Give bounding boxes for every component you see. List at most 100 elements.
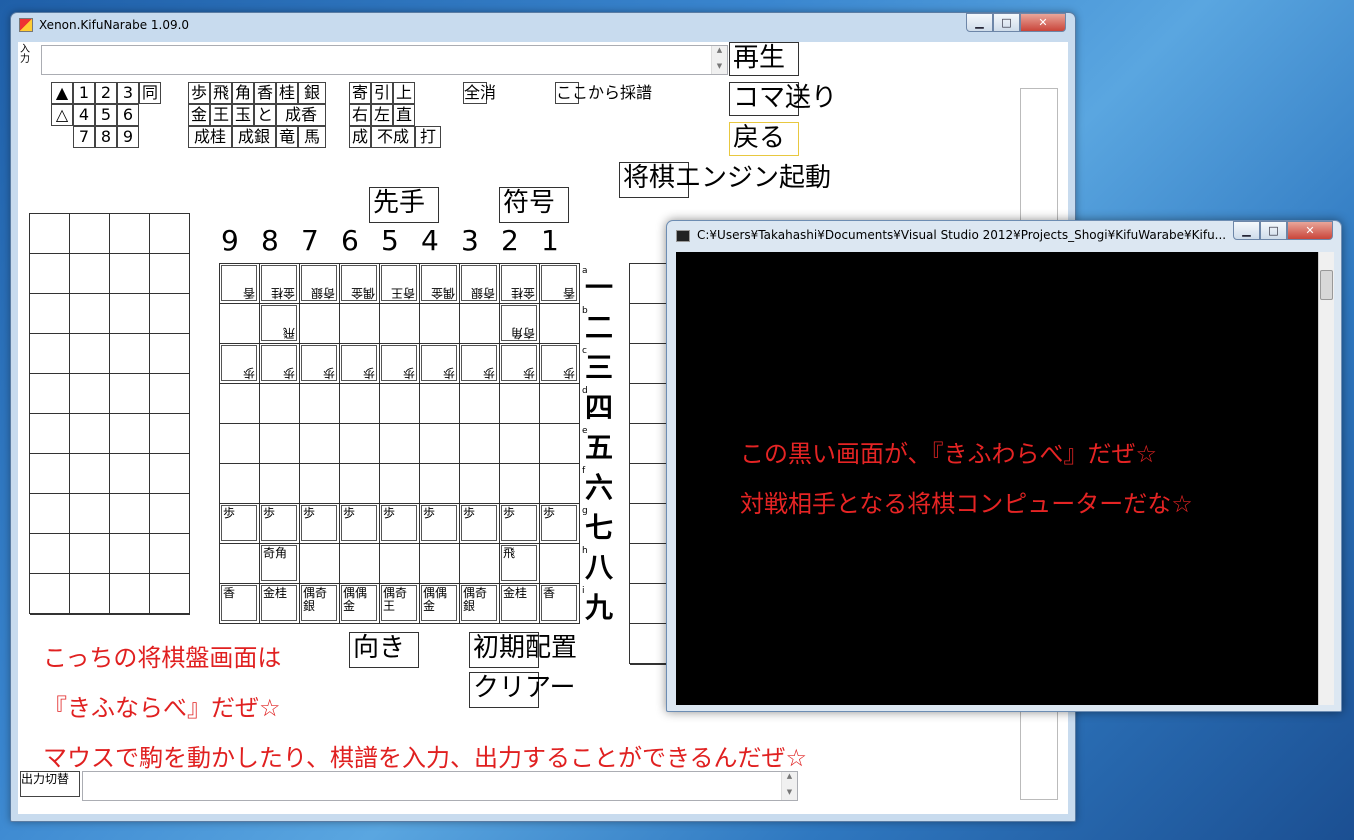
board-square[interactable]: 歩 [339, 503, 380, 544]
piece-kyo-button[interactable]: 香 [254, 82, 276, 104]
digit-6-button[interactable]: 6 [117, 104, 139, 126]
board-square[interactable] [459, 423, 500, 464]
digit-1-button[interactable]: 1 [73, 82, 95, 104]
board-square[interactable] [339, 383, 380, 424]
gote-piece[interactable]: 歩 [261, 345, 297, 381]
console-scroll-thumb[interactable] [1320, 270, 1333, 300]
board-square[interactable] [219, 463, 260, 504]
board-square[interactable] [379, 463, 420, 504]
board-square[interactable]: 偶金 [419, 263, 460, 304]
board-square[interactable]: 金桂 [259, 583, 300, 624]
board-square[interactable]: 香 [539, 263, 580, 304]
board-square[interactable]: 奇角 [499, 303, 540, 344]
gote-piece[interactable]: 歩 [541, 345, 577, 381]
piece-kei-button[interactable]: 桂 [276, 82, 298, 104]
yoru-button[interactable]: 寄 [349, 82, 371, 104]
board-square[interactable]: 偶奇王 [379, 583, 420, 624]
engine-start-button[interactable]: 将棋エンジン起動 [619, 162, 831, 198]
sente-piece[interactable]: 歩 [301, 505, 337, 541]
board-square[interactable] [379, 303, 420, 344]
board-square[interactable] [459, 463, 500, 504]
input-scrollbar[interactable]: ▲ ▼ [711, 46, 727, 74]
minimize-button[interactable]: ▁ [966, 13, 993, 32]
digit-8-button[interactable]: 8 [95, 126, 117, 148]
gote-piece[interactable]: 歩 [221, 345, 257, 381]
board-square[interactable] [219, 303, 260, 344]
board-square[interactable] [539, 543, 580, 584]
gote-mark-button[interactable]: △ [51, 104, 73, 126]
board-square[interactable] [339, 463, 380, 504]
board-square[interactable] [219, 543, 260, 584]
board-square[interactable] [539, 423, 580, 464]
board-square[interactable] [299, 423, 340, 464]
utsu-button[interactable]: 打 [415, 126, 441, 148]
console-scrollbar[interactable] [1318, 252, 1334, 705]
step-button[interactable]: コマ送り [729, 82, 837, 116]
piece-narikei-button[interactable]: 成桂 [188, 126, 232, 148]
board-square[interactable]: 飛 [259, 303, 300, 344]
board-square[interactable]: 歩 [219, 343, 260, 384]
board-square[interactable]: 歩 [339, 343, 380, 384]
piece-to-button[interactable]: と [254, 104, 276, 126]
board-square[interactable] [339, 303, 380, 344]
board-square[interactable]: 歩 [499, 343, 540, 384]
shogi-board[interactable]: 香金桂 奇銀 偶金 奇王 偶金 奇銀 金桂香飛奇角歩歩歩歩歩歩歩歩歩歩歩歩歩歩歩歩歩歩奇角飛… [219, 263, 581, 625]
agaru-button[interactable]: 上 [393, 82, 415, 104]
board-square[interactable]: 歩 [539, 503, 580, 544]
board-square[interactable] [339, 423, 380, 464]
board-square[interactable] [539, 303, 580, 344]
gote-piece[interactable]: 奇王 [381, 265, 417, 301]
sente-button[interactable]: 先手 [369, 187, 439, 223]
naru-button[interactable]: 成 [349, 126, 371, 148]
board-square[interactable] [459, 543, 500, 584]
sente-piece[interactable]: 飛 [501, 545, 537, 581]
board-square[interactable]: 金桂 [259, 263, 300, 304]
piece-gin-button[interactable]: 銀 [298, 82, 326, 104]
board-square[interactable]: 奇銀 [459, 263, 500, 304]
board-square[interactable]: 香 [219, 583, 260, 624]
close-button[interactable]: ✕ [1020, 13, 1066, 32]
board-square[interactable]: 歩 [379, 343, 420, 384]
sente-piece[interactable]: 歩 [381, 505, 417, 541]
board-square[interactable] [379, 423, 420, 464]
back-button[interactable]: 戻る [729, 122, 799, 156]
sente-piece[interactable]: 歩 [421, 505, 457, 541]
board-square[interactable] [539, 463, 580, 504]
board-square[interactable]: 歩 [499, 503, 540, 544]
gote-piece[interactable]: 偶金 [421, 265, 457, 301]
gote-piece[interactable]: 奇銀 [301, 265, 337, 301]
play-button[interactable]: 再生 [729, 42, 799, 76]
console-minimize-button[interactable]: ▁ [1233, 221, 1260, 240]
board-square[interactable]: 歩 [299, 503, 340, 544]
gote-piece[interactable]: 歩 [381, 345, 417, 381]
clear-all-button[interactable]: 全消 [463, 82, 496, 104]
board-square[interactable] [299, 463, 340, 504]
board-square[interactable] [299, 543, 340, 584]
board-square[interactable] [219, 383, 260, 424]
board-square[interactable]: 歩 [299, 343, 340, 384]
board-square[interactable] [419, 383, 460, 424]
board-square[interactable] [499, 423, 540, 464]
board-square[interactable]: 香 [539, 583, 580, 624]
sente-piece[interactable]: 偶偶金 [341, 585, 377, 621]
board-square[interactable]: 香 [219, 263, 260, 304]
orientation-button[interactable]: 向き [349, 632, 419, 668]
same-button[interactable]: 同 [139, 82, 161, 104]
console-close-button[interactable]: ✕ [1287, 221, 1333, 240]
board-square[interactable] [299, 383, 340, 424]
gote-piece[interactable]: 歩 [301, 345, 337, 381]
sente-piece[interactable]: 偶奇王 [381, 585, 417, 621]
board-square[interactable]: 歩 [459, 503, 500, 544]
gote-piece[interactable]: 歩 [501, 345, 537, 381]
hiku-button[interactable]: 引 [371, 82, 393, 104]
board-square[interactable] [419, 543, 460, 584]
sente-piece[interactable]: 金桂 [261, 585, 297, 621]
board-square[interactable] [499, 383, 540, 424]
sente-mark-button[interactable]: ▲ [51, 82, 73, 104]
gote-piece[interactable]: 奇角 [501, 305, 537, 341]
board-square[interactable] [419, 423, 460, 464]
gote-piece[interactable]: 香 [541, 265, 577, 301]
board-square[interactable]: 飛 [499, 543, 540, 584]
gote-piece[interactable]: 歩 [461, 345, 497, 381]
piece-hi-button[interactable]: 飛 [210, 82, 232, 104]
